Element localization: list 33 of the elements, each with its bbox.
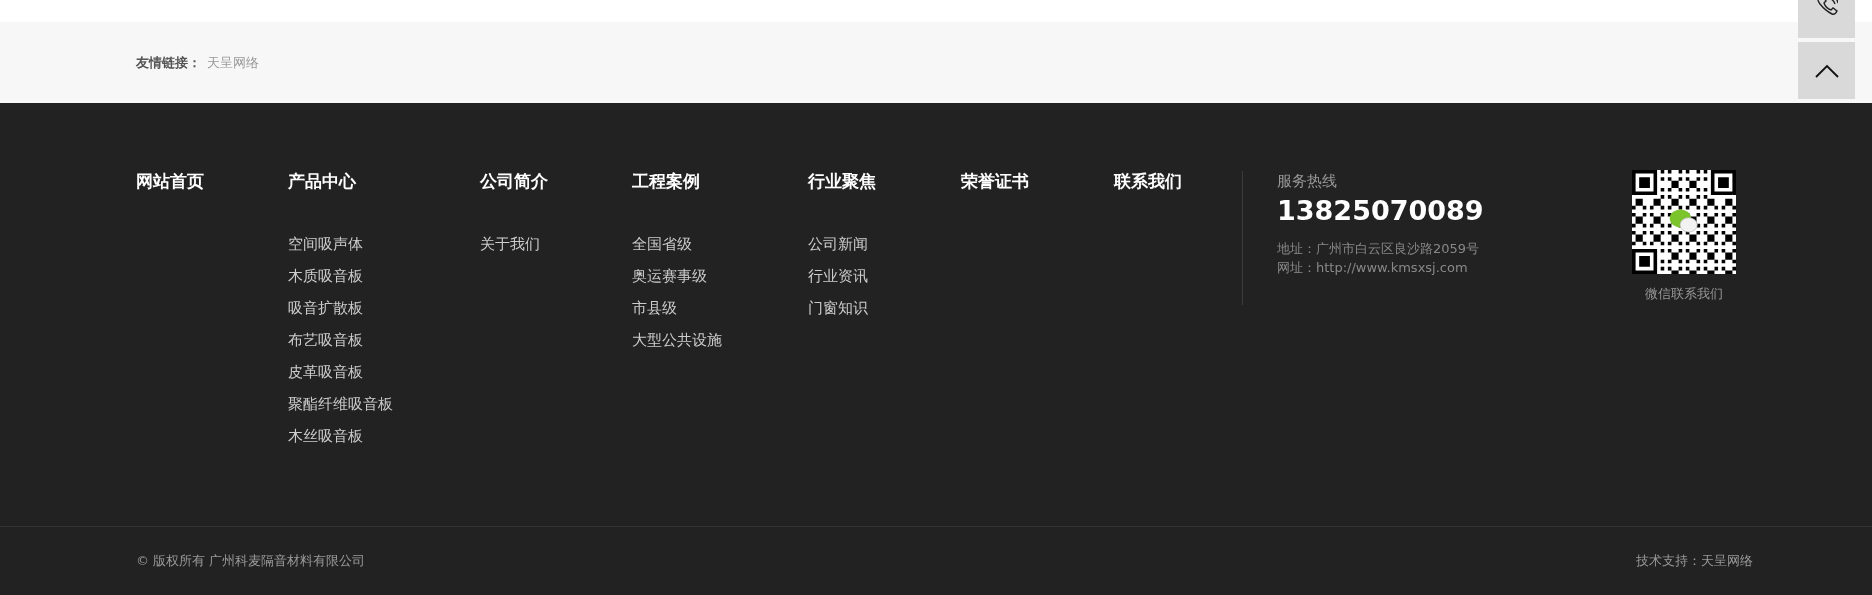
nav-link[interactable]: 空间吸声体: [288, 228, 363, 260]
nav-link[interactable]: 关于我们: [480, 228, 540, 260]
nav-link[interactable]: 行业资讯: [808, 260, 868, 292]
chevron-up-icon: [1814, 63, 1839, 78]
nav-link[interactable]: 聚酯纤维吸音板: [288, 388, 393, 420]
phone-number: 13825070089: [1277, 194, 1484, 228]
nav-link[interactable]: 木质吸音板: [288, 260, 363, 292]
qr-code-icon: [1632, 170, 1736, 274]
copyright-text: © 版权所有 广州科麦隔音材料有限公司: [136, 552, 366, 570]
tech-support-text: 技术支持：天呈网络: [1636, 552, 1753, 570]
hotline-label: 服务热线: [1277, 171, 1337, 191]
nav-heading-link[interactable]: 联系我们: [1114, 167, 1182, 195]
nav-heading-link[interactable]: 网站首页: [136, 167, 204, 195]
address-text: 地址：广州市白云区良沙路2059号: [1277, 240, 1480, 258]
nav-link[interactable]: 全国省级: [632, 228, 692, 260]
qr-caption: 微信联系我们: [1645, 285, 1723, 303]
nav-link[interactable]: 奥运赛事级: [632, 260, 707, 292]
nav-heading-link[interactable]: 荣誉证书: [961, 167, 1029, 195]
nav-link[interactable]: 布艺吸音板: [288, 324, 363, 356]
nav-link[interactable]: 公司新闻: [808, 228, 868, 260]
nav-link[interactable]: 市县级: [632, 292, 677, 324]
nav-link[interactable]: 皮革吸音板: [288, 356, 363, 388]
nav-link[interactable]: 大型公共设施: [632, 324, 722, 356]
nav-heading-link[interactable]: 行业聚焦: [808, 167, 876, 195]
nav-link[interactable]: 门窗知识: [808, 292, 868, 324]
nav-heading-link[interactable]: 产品中心: [288, 167, 356, 195]
nav-heading-link[interactable]: 工程案例: [632, 167, 700, 195]
phone-button[interactable]: [1798, 0, 1855, 38]
nav-link[interactable]: 吸音扩散板: [288, 292, 363, 324]
links-label: 友情链接：: [136, 53, 201, 72]
nav-link[interactable]: 木丝吸音板: [288, 420, 363, 452]
website-text: 网址：http://www.kmsxsj.com: [1277, 259, 1468, 277]
nav-heading-link[interactable]: 公司简介: [480, 167, 548, 195]
